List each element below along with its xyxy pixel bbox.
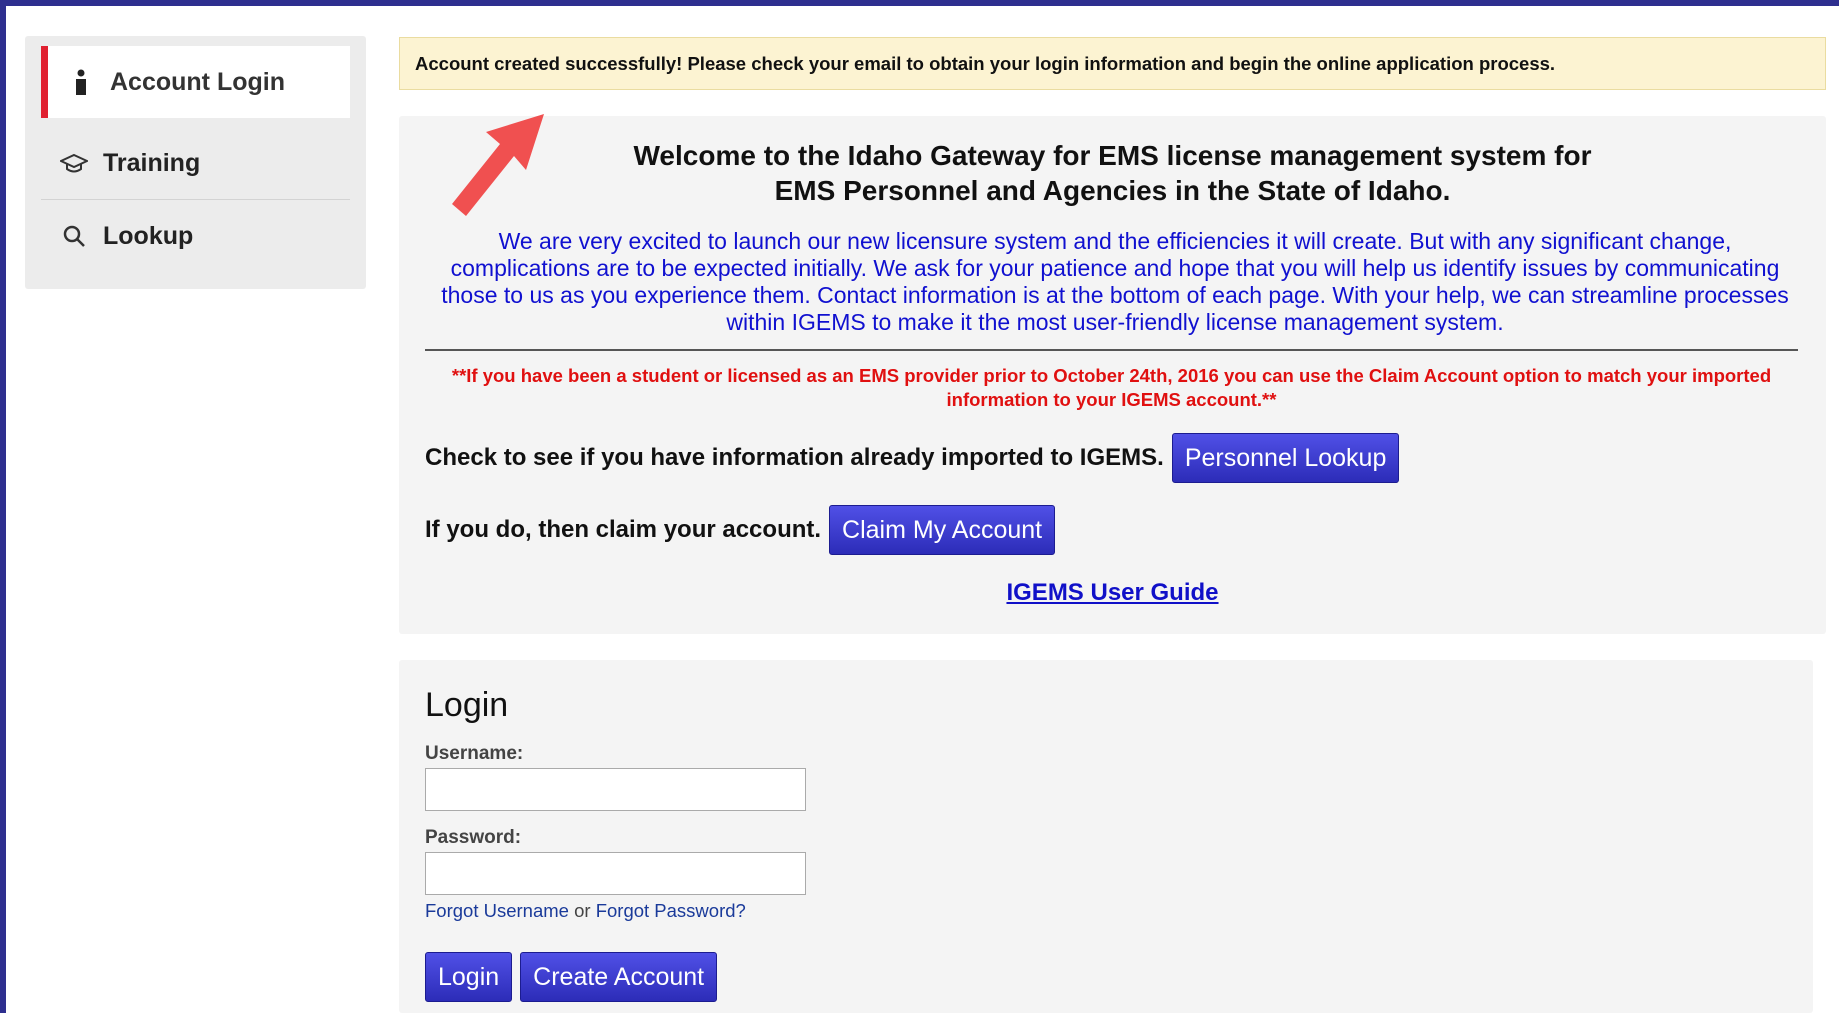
title-line-2: EMS Personnel and Agencies in the State … bbox=[774, 175, 1451, 206]
user-guide-container: IGEMS User Guide bbox=[399, 579, 1826, 607]
sidebar-item-label: Training bbox=[103, 149, 201, 177]
claim-account-button[interactable]: Claim My Account bbox=[829, 505, 1056, 555]
sidebar-item-label: Account Login bbox=[110, 67, 285, 96]
personnel-lookup-button[interactable]: Personnel Lookup bbox=[1171, 433, 1400, 483]
divider bbox=[425, 349, 1798, 351]
welcome-panel: Welcome to the Idaho Gateway for EMS lic… bbox=[399, 116, 1826, 634]
person-icon bbox=[66, 67, 96, 97]
forgot-links: Forgot Username or Forgot Password? bbox=[425, 900, 746, 922]
or-text: or bbox=[574, 900, 591, 921]
password-label: Password: bbox=[425, 827, 522, 848]
forgot-password-link[interactable]: Forgot Password? bbox=[596, 900, 746, 921]
sidebar-item-account-login[interactable]: Account Login bbox=[41, 46, 350, 118]
search-icon bbox=[59, 221, 89, 251]
alert-message: Account created successfully! Please che… bbox=[415, 52, 1556, 74]
user-guide-link[interactable]: IGEMS User Guide bbox=[1006, 579, 1218, 606]
claim-warning: **If you have been a student or licensed… bbox=[451, 365, 1772, 410]
username-input[interactable] bbox=[425, 768, 806, 811]
login-panel: Login Username: Password: Forgot Usernam… bbox=[399, 660, 1813, 1013]
forgot-username-link[interactable]: Forgot Username bbox=[425, 900, 569, 921]
password-input[interactable] bbox=[425, 852, 806, 895]
annotation-arrow-icon bbox=[452, 114, 544, 216]
sidebar-item-lookup[interactable]: Lookup bbox=[41, 200, 350, 272]
login-actions: Login Create Account bbox=[425, 952, 725, 1002]
intro-text: We are very excited to launch our new li… bbox=[441, 228, 1789, 335]
page-title: Welcome to the Idaho Gateway for EMS lic… bbox=[399, 138, 1826, 208]
login-button[interactable]: Login bbox=[425, 952, 513, 1002]
login-heading: Login bbox=[425, 686, 509, 724]
sidebar-item-training[interactable]: Training bbox=[41, 128, 350, 200]
claim-row: If you do, then claim your account. Clai… bbox=[425, 505, 1056, 555]
create-account-button[interactable]: Create Account bbox=[520, 952, 718, 1002]
sidebar-item-label: Lookup bbox=[103, 221, 194, 250]
username-label: Username: bbox=[425, 743, 524, 764]
success-alert: Account created successfully! Please che… bbox=[399, 37, 1826, 90]
sidebar: Account Login Training Lookup bbox=[25, 36, 366, 289]
lookup-prompt: Check to see if you have information alr… bbox=[425, 444, 1164, 471]
title-line-1: Welcome to the Idaho Gateway for EMS lic… bbox=[633, 140, 1592, 171]
lookup-row: Check to see if you have information alr… bbox=[425, 433, 1400, 483]
claim-prompt: If you do, then claim your account. bbox=[425, 516, 822, 543]
graduation-cap-icon bbox=[59, 149, 89, 179]
